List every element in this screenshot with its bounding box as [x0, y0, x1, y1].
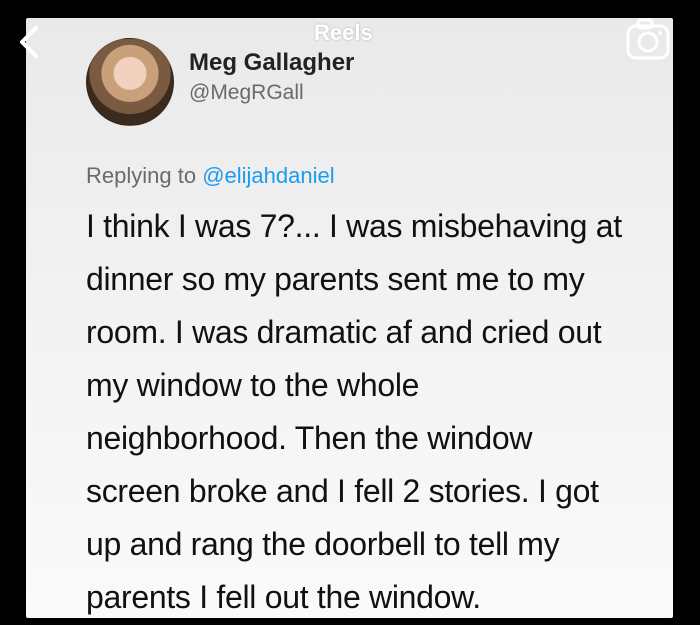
camera-icon	[626, 18, 670, 60]
replying-to: Replying to @elijahdaniel	[86, 163, 335, 189]
tweet-line: parents I fell out the window.	[86, 579, 481, 615]
avatar	[86, 38, 174, 126]
replying-mention[interactable]: @elijahdaniel	[202, 163, 334, 188]
tweet-line: up and rang the doorbell to tell my	[86, 526, 560, 562]
tweet-line: room. I was dramatic af and cried out	[86, 314, 602, 350]
back-button[interactable]	[10, 22, 50, 62]
tweet-body: I think I was 7?... I was misbehaving at…	[86, 200, 673, 618]
replying-prefix: Replying to	[86, 163, 197, 188]
tweet-line: screen broke and I fell 2 stories. I got	[86, 473, 599, 509]
tweet-line: dinner so my parents sent me to my	[86, 261, 585, 297]
tweet-line: neighborhood. Then the window	[86, 420, 533, 456]
reels-title: Reels	[314, 20, 373, 45]
tweet-line: I think I was 7?... I was misbehaving at	[86, 208, 622, 244]
camera-button[interactable]	[620, 12, 676, 68]
tweet-screenshot-card: Meg Gallagher @MegRGall Replying to @eli…	[26, 18, 673, 618]
chevron-left-icon	[20, 26, 38, 58]
author-handle: @MegRGall	[189, 81, 304, 104]
tweet-line: my window to the whole	[86, 367, 420, 403]
author-name: Meg Gallagher	[189, 49, 355, 76]
